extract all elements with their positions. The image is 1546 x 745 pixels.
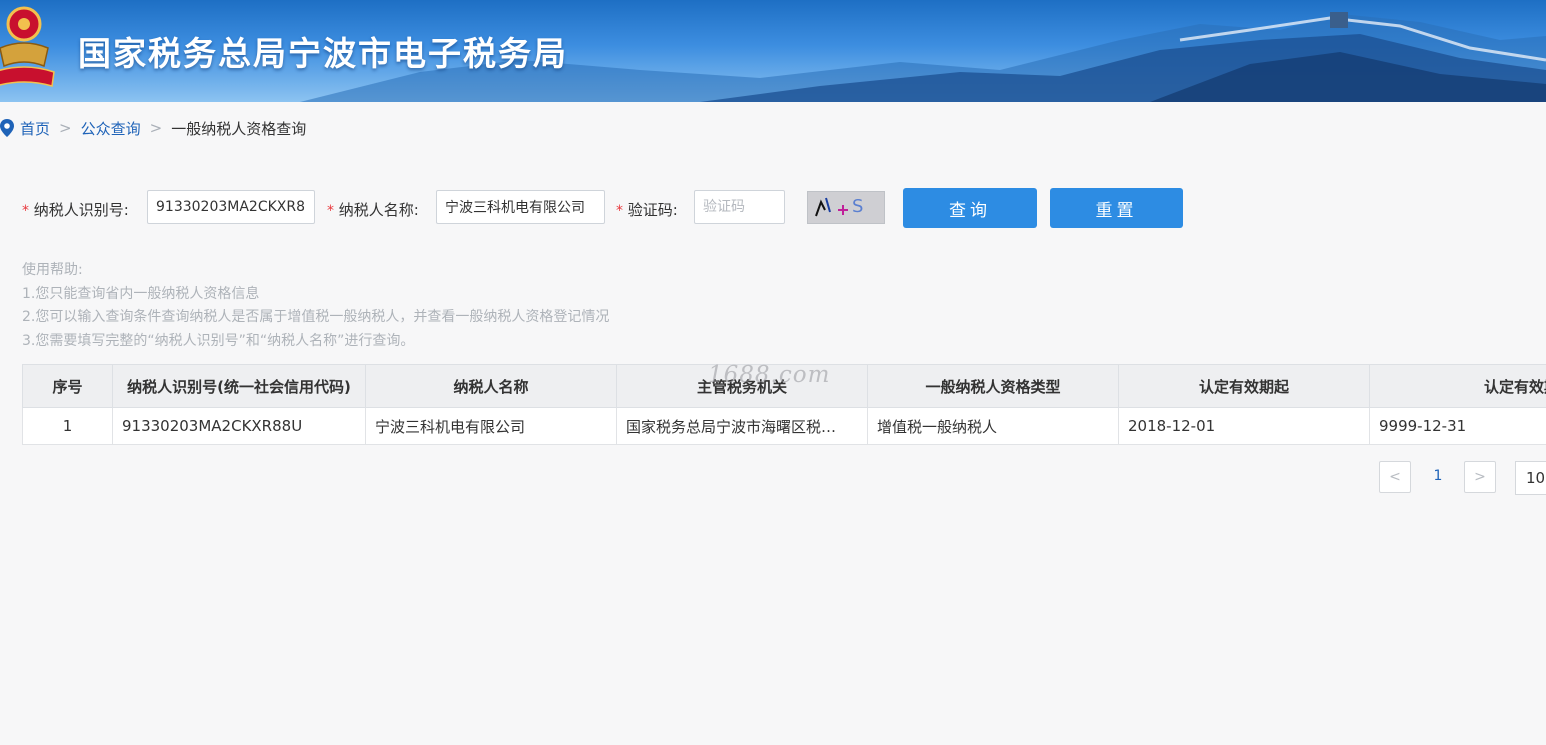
help-item: 3.您需要填写完整的“纳税人识别号”和“纳税人名称”进行查询。 xyxy=(22,332,415,349)
reset-button[interactable]: 重置 xyxy=(1050,188,1183,228)
help-item: 2.您可以输入查询条件查询纳税人是否属于增值税一般纳税人，并查看一般纳税人资格登… xyxy=(22,309,610,325)
breadcrumb: 首页 > 公众查询 > 一般纳税人资格查询 xyxy=(0,116,306,140)
results-table-wrapper: 序号 纳税人识别号(统一社会信用代码) 纳税人名称 主管税务机关 一般纳税人资格… xyxy=(22,364,1546,445)
help-item: 1.您只能查询省内一般纳税人资格信息 xyxy=(22,285,260,302)
cell-qualification-type: 增值税一般纳税人 xyxy=(867,407,1119,445)
cell-index: 1 xyxy=(22,407,113,445)
page-size-select[interactable]: 10 xyxy=(1515,461,1546,495)
table-row[interactable]: 1 91330203MA2CKXR88U 宁波三科机电有限公司 国家税务总局宁波… xyxy=(22,407,1546,445)
captcha-input[interactable] xyxy=(694,190,785,224)
taxpayer-name-input[interactable] xyxy=(436,190,605,224)
breadcrumb-separator: > xyxy=(59,119,72,137)
column-header-valid-to: 认定有效期止 xyxy=(1369,364,1546,408)
breadcrumb-home-link[interactable]: 首页 xyxy=(20,118,50,139)
captcha-image[interactable]: S xyxy=(807,191,885,224)
tax-id-label: * 纳税人识别号: xyxy=(22,201,129,219)
site-title: 国家税务总局宁波市电子税务局 xyxy=(78,34,568,73)
table-header-row: 序号 纳税人识别号(统一社会信用代码) 纳税人名称 主管税务机关 一般纳税人资格… xyxy=(22,364,1546,408)
cell-taxpayer-name: 宁波三科机电有限公司 xyxy=(365,407,617,445)
site-header: 国家税务总局宁波市电子税务局 xyxy=(0,0,1546,102)
column-header-valid-from: 认定有效期起 xyxy=(1118,364,1370,408)
required-mark: * xyxy=(616,203,623,219)
usage-help: 使用帮助: 1.您只能查询省内一般纳税人资格信息 2.您可以输入查询条件查询纳税… xyxy=(22,259,609,353)
query-button[interactable]: 查询 xyxy=(903,188,1037,228)
column-header-taxpayer-name: 纳税人名称 xyxy=(365,364,617,408)
breadcrumb-separator: > xyxy=(149,119,163,137)
tax-emblem-icon xyxy=(0,6,55,87)
cell-tax-authority: 国家税务总局宁波市海曙区税… xyxy=(616,407,868,445)
breadcrumb-current: 一般纳税人资格查询 xyxy=(171,119,307,138)
column-header-tax-id: 纳税人识别号(统一社会信用代码) xyxy=(112,364,366,408)
captcha-label: * 验证码: xyxy=(616,201,678,219)
location-pin-icon xyxy=(0,119,14,137)
svg-text:S: S xyxy=(852,196,863,217)
cell-tax-id: 91330203MA2CKXR88U xyxy=(112,407,366,445)
next-page-button[interactable]: > xyxy=(1464,461,1496,493)
tax-id-input[interactable] xyxy=(147,190,315,224)
required-mark: * xyxy=(22,203,29,219)
captcha-glyphs: S xyxy=(815,196,863,217)
cell-valid-from: 2018-12-01 xyxy=(1118,407,1370,445)
breadcrumb-public-query-link[interactable]: 公众查询 xyxy=(81,118,141,139)
results-table: 序号 纳税人识别号(统一社会信用代码) 纳税人名称 主管税务机关 一般纳税人资格… xyxy=(22,364,1546,445)
prev-page-button[interactable]: < xyxy=(1379,461,1411,493)
column-header-index: 序号 xyxy=(22,364,113,408)
cell-valid-to: 9999-12-31 xyxy=(1369,407,1546,445)
page-number-current[interactable]: 1 xyxy=(1426,468,1450,484)
required-mark: * xyxy=(327,203,334,219)
help-title: 使用帮助: xyxy=(22,262,83,278)
taxpayer-name-label: * 纳税人名称: xyxy=(327,201,419,219)
column-header-qualification-type: 一般纳税人资格类型 xyxy=(867,364,1119,408)
column-header-tax-authority: 主管税务机关 xyxy=(616,364,868,408)
